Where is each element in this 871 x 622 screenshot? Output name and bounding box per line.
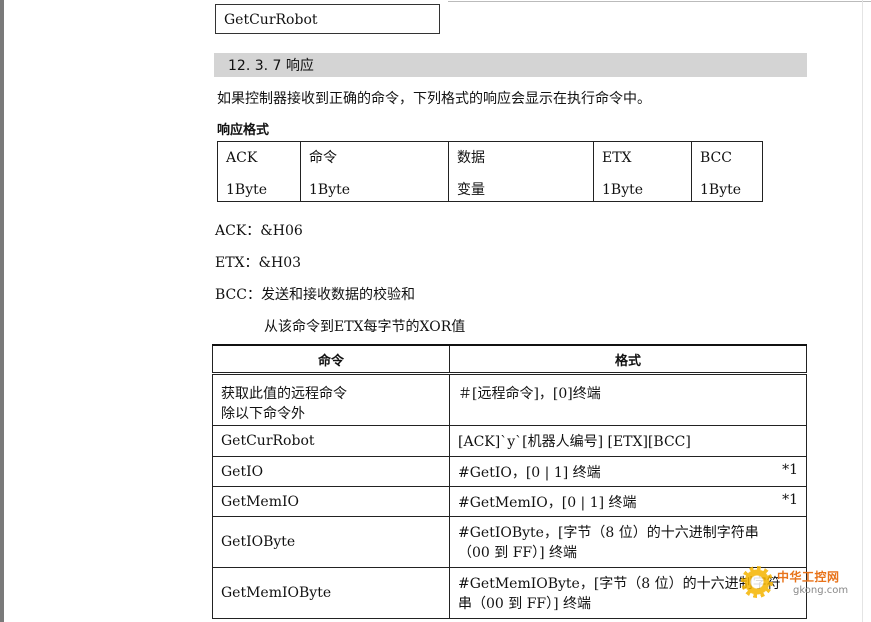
format-cell: #GetIO，[0 | 1] 终端 *1 — [449, 456, 807, 487]
format-line-with-note: #GetMemIO，[0 | 1] 终端 *1 — [458, 492, 798, 512]
footnote-mark: *1 — [782, 461, 798, 478]
gear-logo-icon — [741, 566, 773, 598]
page-left-border — [0, 0, 4, 622]
cell-label: ETX — [602, 150, 632, 166]
command-line: 除以下命令外 — [221, 406, 305, 422]
command-cell: GetMemIO — [212, 486, 450, 517]
response-format-row: ACK 1Byte 命令 1Byte 数据 变量 ETX 1Byte BCC 1… — [217, 141, 763, 202]
table-row: GetIOByte #GetIOByte，[字节（8 位）的十六进制字符串 （0… — [212, 516, 807, 568]
format-cell: #GetIOByte，[字节（8 位）的十六进制字符串 （00 到 FF）] 终… — [449, 516, 807, 568]
bcc-detail: 从该命令到ETX每字节的XOR值 — [264, 319, 466, 335]
cell-label: 数据 — [457, 150, 485, 166]
table-row: GetCurRobot [ACK]`y`[机器人编号] [ETX][BCC] — [212, 425, 807, 457]
format-text: #GetMemIO，[0 | 1] 终端 — [458, 494, 637, 511]
format-cell: [ACK]`y`[机器人编号] [ETX][BCC] — [449, 425, 807, 457]
command-cell: GetCurRobot — [212, 425, 450, 457]
etx-definition: ETX：&H03 — [215, 255, 302, 271]
command-cell: 获取此值的远程命令 除以下命令外 — [212, 373, 450, 426]
command-cell: GetIO — [212, 456, 450, 487]
response-cell-etx: ETX 1Byte — [593, 141, 692, 202]
bcc-definition: BCC：发送和接收数据的校验和 — [215, 287, 415, 303]
command-cell: GetMemIOByte — [212, 567, 450, 619]
response-format-table: ACK 1Byte 命令 1Byte 数据 变量 ETX 1Byte BCC 1… — [217, 141, 763, 202]
ack-definition: ACK：&H06 — [215, 223, 303, 239]
response-cell-bcc: BCC 1Byte — [691, 141, 763, 202]
previous-table-cell: GetCurRobot — [215, 4, 440, 34]
table-header-row: 命令 格式 — [212, 344, 807, 375]
table-row: GetMemIO #GetMemIO，[0 | 1] 终端 *1 — [212, 486, 807, 517]
cell-size: 1Byte — [226, 182, 268, 198]
watermark-title: 中华工控网 — [777, 570, 840, 584]
format-text: #GetIO，[0 | 1] 终端 — [458, 464, 601, 481]
command-format-table: 命令 格式 获取此值的远程命令 除以下命令外 ＃[远程命令]，[0]终端 Get… — [212, 344, 807, 619]
cell-label: 命令 — [309, 150, 337, 166]
format-cell: #GetMemIO，[0 | 1] 终端 *1 — [449, 486, 807, 517]
response-cell-ack: ACK 1Byte — [217, 141, 301, 202]
cell-size: 1Byte — [602, 182, 644, 198]
response-cell-command: 命令 1Byte — [300, 141, 449, 202]
site-watermark: 中华工控网 gkong.com — [741, 562, 863, 604]
page-right-edge — [862, 0, 863, 622]
cell-size: 1Byte — [700, 182, 742, 198]
table-row: GetMemIOByte #GetMemIOByte，[字节（8 位）的十六进制… — [212, 567, 807, 619]
cell-size: 变量 — [457, 182, 485, 198]
format-cell: ＃[远程命令]，[0]终端 — [449, 373, 807, 426]
cell-size: 1Byte — [309, 182, 351, 198]
header-format: 格式 — [449, 344, 807, 375]
response-format-label: 响应格式 — [217, 123, 270, 138]
section-heading: 12. 3. 7 响应 — [214, 53, 807, 77]
format-line: #GetIOByte，[字节（8 位）的十六进制字符串 — [458, 525, 759, 541]
format-line-with-note: #GetIO，[0 | 1] 终端 *1 — [458, 462, 798, 482]
watermark-url: gkong.com — [793, 585, 849, 596]
cell-label: ACK — [226, 150, 258, 166]
command-cell: GetIOByte — [212, 516, 450, 568]
page-top-rule — [448, 1, 871, 2]
format-line: （00 到 FF）] 终端 — [458, 545, 578, 561]
command-line: 获取此值的远程命令 — [221, 386, 347, 402]
table-row: 获取此值的远程命令 除以下命令外 ＃[远程命令]，[0]终端 — [212, 373, 807, 426]
table-row: GetIO #GetIO，[0 | 1] 终端 *1 — [212, 456, 807, 487]
footnote-mark: *1 — [782, 491, 798, 508]
header-command: 命令 — [212, 344, 450, 375]
response-cell-data: 数据 变量 — [448, 141, 594, 202]
format-line: ＃[远程命令]，[0]终端 — [458, 386, 601, 402]
intro-paragraph: 如果控制器接收到正确的命令，下列格式的响应会显示在执行命令中。 — [217, 91, 651, 107]
cell-label: BCC — [700, 150, 732, 166]
